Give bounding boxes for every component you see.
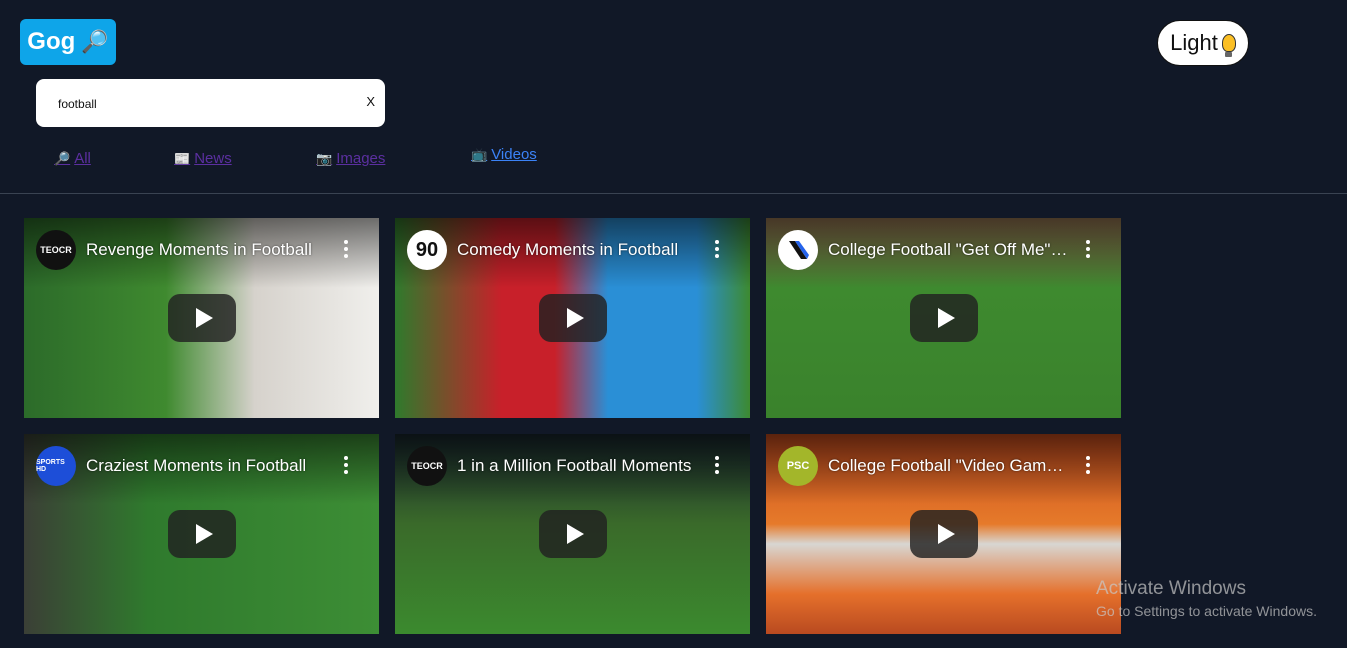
tab-news-label: News [194, 150, 232, 167]
more-options-icon[interactable] [343, 456, 349, 474]
tab-news[interactable]: 📰 News [174, 150, 232, 167]
video-title[interactable]: 1 in a Million Football Moments [457, 456, 697, 476]
video-title[interactable]: College Football "Get Off Me" Moments [828, 240, 1068, 260]
more-options-icon[interactable] [343, 240, 349, 258]
more-options-icon[interactable] [1085, 456, 1091, 474]
camera-icon: 📷 [316, 150, 333, 166]
tab-videos[interactable]: 📺 Videos [471, 146, 537, 163]
watermark-title: Activate Windows [1096, 578, 1246, 599]
header-divider [0, 193, 1347, 194]
magnifier-icon: 🔎 [54, 150, 71, 166]
channel-logo-icon [789, 241, 809, 259]
channel-avatar[interactable]: PSC [778, 446, 818, 486]
video-title[interactable]: Craziest Moments in Football [86, 456, 326, 476]
channel-avatar[interactable] [778, 230, 818, 270]
logo-button[interactable]: Gog 🔎 [20, 19, 116, 65]
tab-all-label: All [74, 150, 91, 167]
play-button-icon[interactable] [910, 510, 978, 558]
channel-avatar[interactable]: TEOCR [36, 230, 76, 270]
video-title[interactable]: Comedy Moments in Football [457, 240, 697, 260]
channel-avatar[interactable]: 90 [407, 230, 447, 270]
newspaper-icon: 📰 [174, 150, 191, 166]
video-title[interactable]: College Football "Video Game" Moments [828, 456, 1068, 476]
television-icon: 📺 [471, 146, 488, 162]
tab-images-label: Images [336, 150, 386, 167]
play-button-icon[interactable] [539, 294, 607, 342]
search-input[interactable] [56, 93, 350, 115]
video-title[interactable]: Revenge Moments in Football [86, 240, 326, 260]
activate-windows-watermark: Activate Windows Go to Settings to activ… [1096, 578, 1317, 619]
play-button-icon[interactable] [168, 510, 236, 558]
lightbulb-icon [1221, 34, 1236, 57]
theme-toggle-button[interactable]: Light [1157, 20, 1249, 66]
tab-images[interactable]: 📷 Images [316, 150, 385, 167]
tab-videos-label: Videos [491, 146, 537, 163]
video-card[interactable]: College Football "Get Off Me" Moments [766, 218, 1121, 418]
watermark-subtitle: Go to Settings to activate Windows. [1096, 603, 1317, 619]
search-box: X [36, 79, 385, 127]
play-button-icon[interactable] [539, 510, 607, 558]
more-options-icon[interactable] [714, 240, 720, 258]
video-grid: TEOCR Revenge Moments in Football 90 Com… [24, 218, 1121, 634]
channel-avatar[interactable]: TEOCR [407, 446, 447, 486]
video-card[interactable]: SPORTS HD Craziest Moments in Football [24, 434, 379, 634]
theme-toggle-label: Light [1170, 30, 1218, 55]
video-card[interactable]: PSC College Football "Video Game" Moment… [766, 434, 1121, 634]
video-card[interactable]: TEOCR Revenge Moments in Football [24, 218, 379, 418]
clear-search-button[interactable]: X [366, 94, 375, 109]
video-card[interactable]: TEOCR 1 in a Million Football Moments [395, 434, 750, 634]
play-button-icon[interactable] [168, 294, 236, 342]
channel-avatar[interactable]: SPORTS HD [36, 446, 76, 486]
magnifier-icon: 🔎 [81, 29, 109, 54]
tab-all[interactable]: 🔎 All [54, 150, 91, 167]
more-options-icon[interactable] [1085, 240, 1091, 258]
more-options-icon[interactable] [714, 456, 720, 474]
logo-text: Gog [27, 28, 76, 55]
video-card[interactable]: 90 Comedy Moments in Football [395, 218, 750, 418]
play-button-icon[interactable] [910, 294, 978, 342]
